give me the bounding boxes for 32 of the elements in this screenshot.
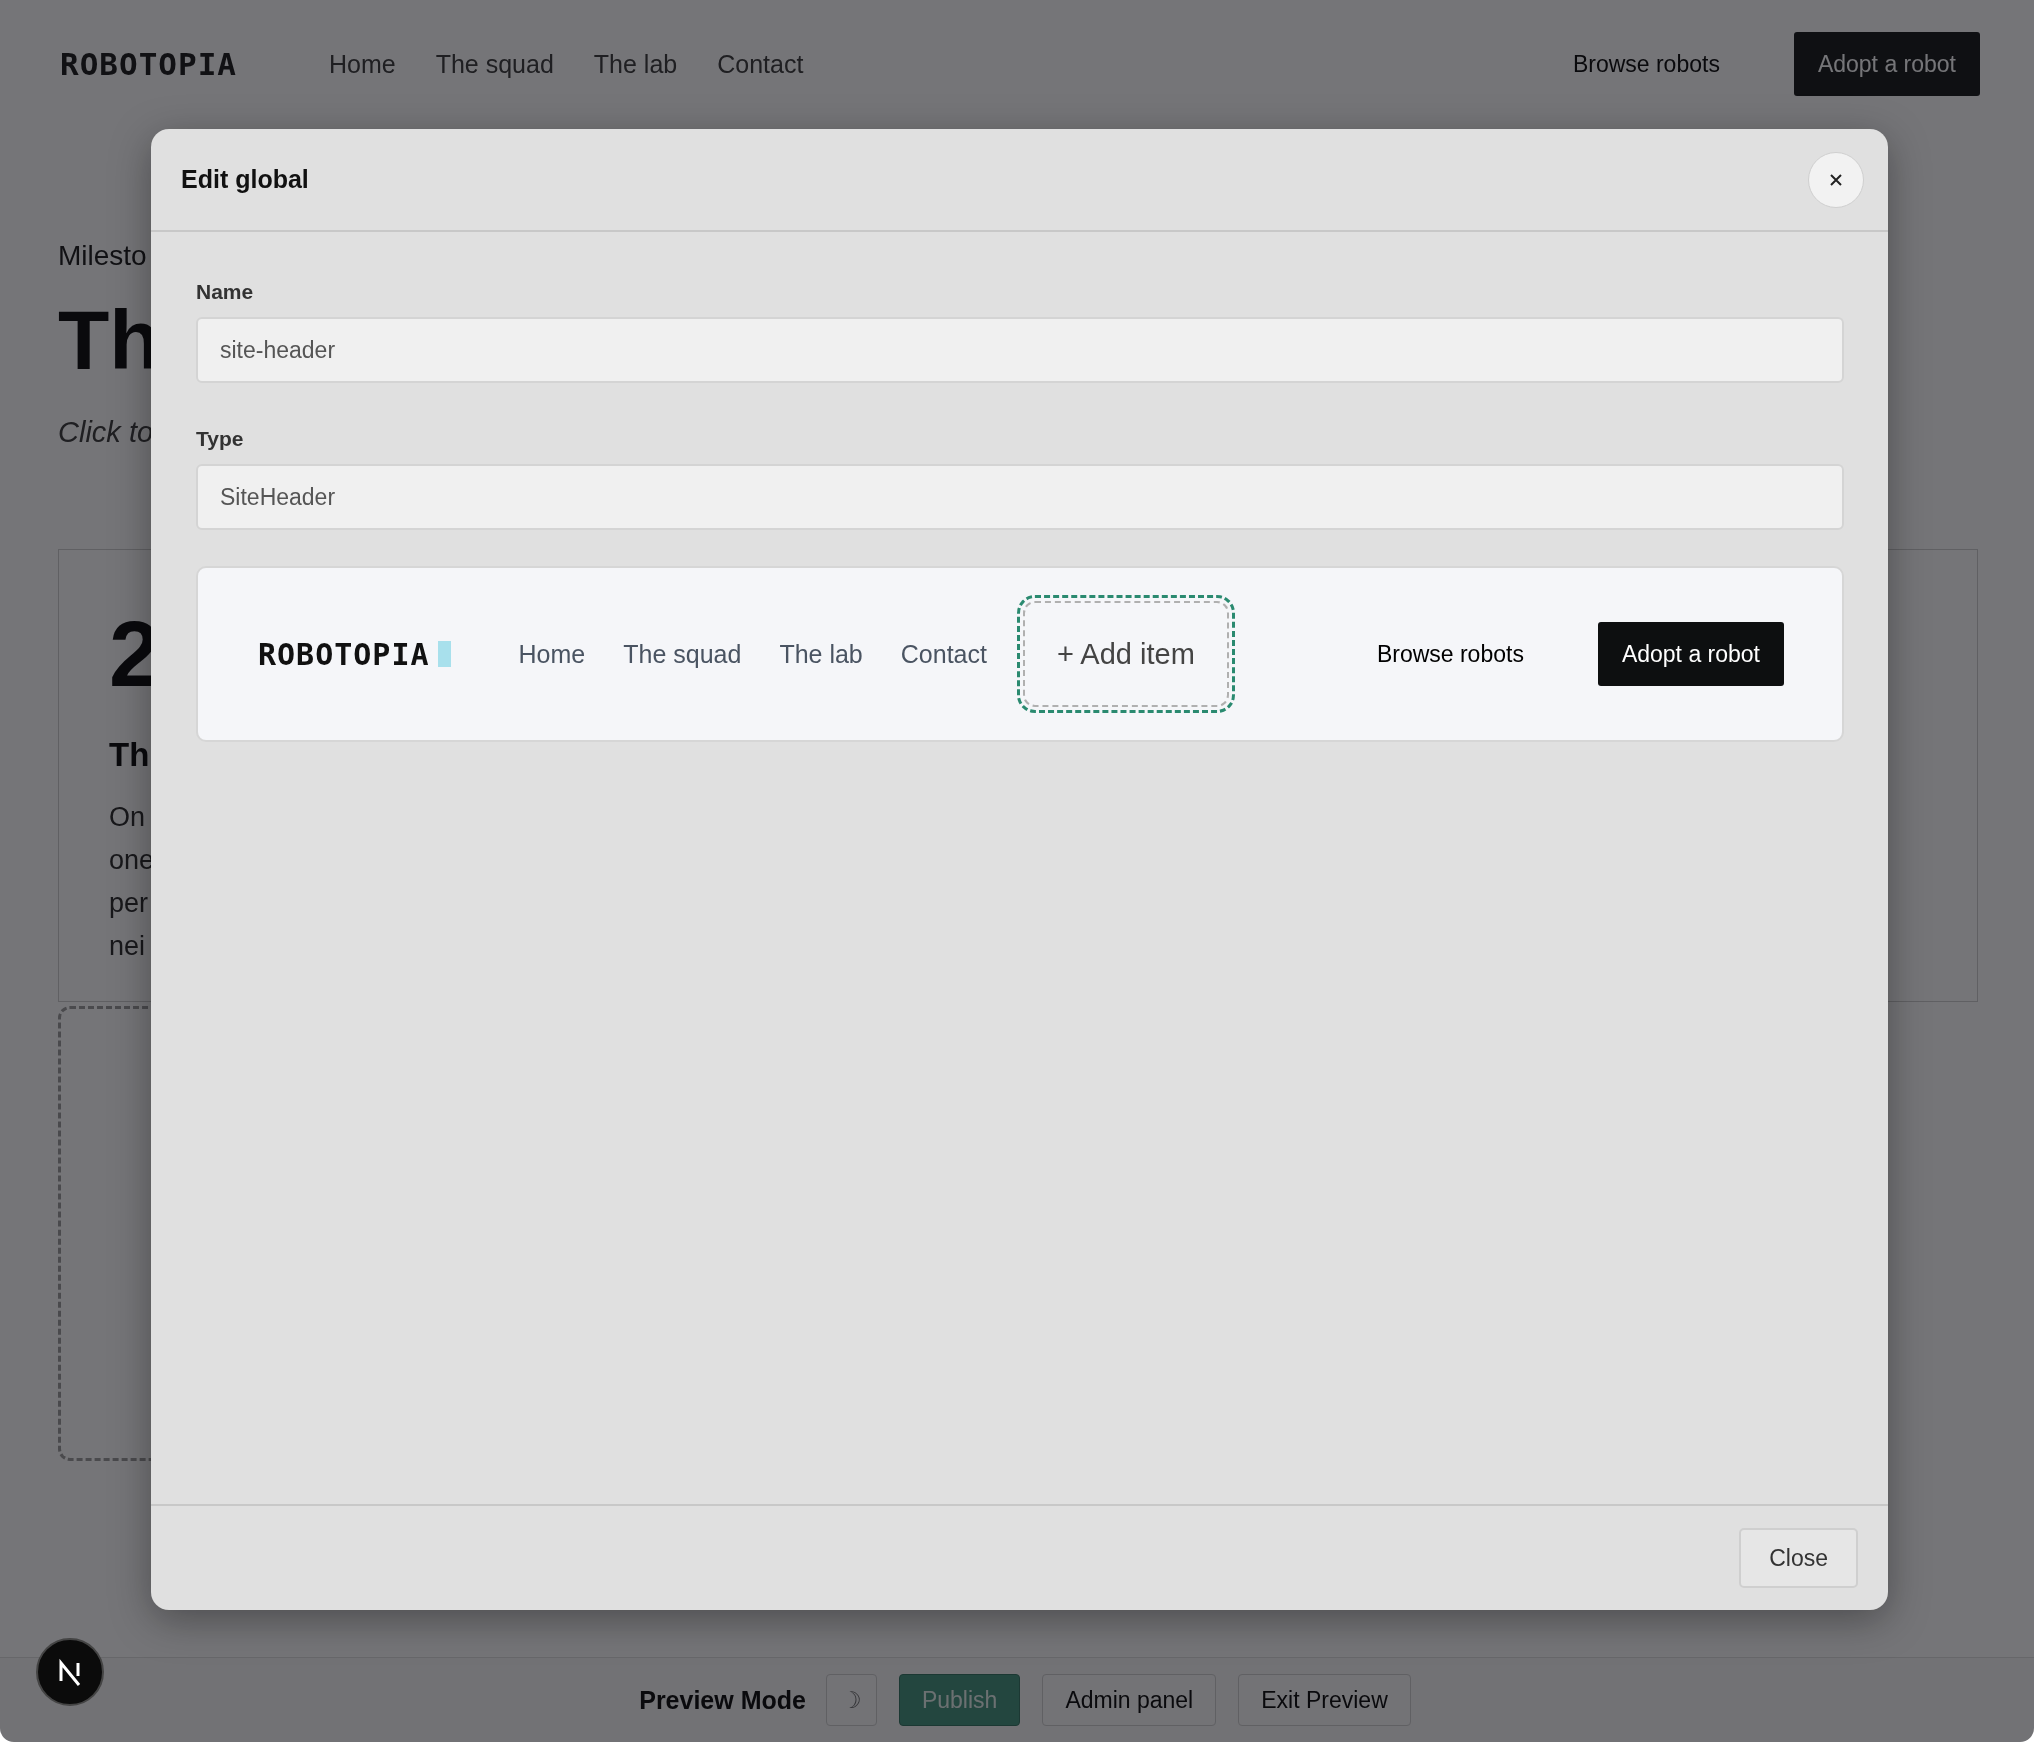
close-button[interactable]: Close	[1739, 1528, 1858, 1588]
card-text-line: per	[109, 887, 149, 921]
text-field[interactable]: site-header	[196, 317, 1844, 383]
browse-link[interactable]: Browse robots	[1376, 640, 1524, 668]
preview-mode-label: Preview Mode	[639, 1685, 806, 1715]
card-text-line: one	[109, 844, 155, 878]
card-heading: Th	[109, 736, 150, 775]
card-text-line: On	[109, 801, 146, 835]
adopt-button[interactable]: Adopt a robot	[1597, 622, 1784, 686]
nav-link[interactable]: Home	[518, 639, 586, 669]
text-field[interactable]: SiteHeader	[196, 464, 1844, 530]
nav-link[interactable]: The lab	[779, 639, 863, 669]
eyebrow-text: Milesto	[58, 240, 147, 272]
site-logo[interactable]: ROBOTOPIA	[60, 46, 237, 82]
nav-link[interactable]: The lab	[593, 49, 678, 79]
nav-link[interactable]: Contact	[717, 49, 804, 79]
adopt-button[interactable]: Adopt a robot	[1793, 32, 1980, 96]
browse-link[interactable]: Browse robots	[1572, 50, 1720, 78]
preview-button[interactable]: Admin panel	[1042, 1674, 1217, 1726]
dialog-title: Edit global	[181, 165, 309, 194]
card-text-line: nei	[109, 930, 146, 964]
nav-link[interactable]: Home	[329, 49, 396, 79]
site-logo[interactable]: ROBOTOPIA	[258, 636, 430, 672]
field-label: Type	[196, 427, 244, 451]
nav-link[interactable]: The squad	[435, 49, 554, 79]
field-label: Name	[196, 280, 254, 304]
subtitle-text: Click to	[58, 416, 154, 450]
preview-button[interactable]: Exit Preview	[1238, 1674, 1411, 1726]
nav-link[interactable]: The squad	[623, 639, 742, 669]
cursor-mark	[437, 641, 451, 667]
close-icon	[1828, 171, 1844, 188]
nav-link[interactable]: Contact	[900, 639, 987, 669]
